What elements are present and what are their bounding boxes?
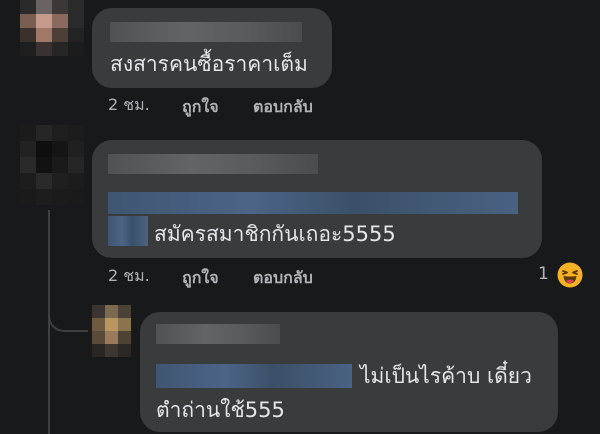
like-button[interactable]: ถูกใจ (182, 99, 219, 115)
mention-link-redacted[interactable] (108, 192, 518, 214)
avatar[interactable] (92, 305, 131, 357)
mention-link-redacted[interactable] (108, 216, 148, 246)
comment-time[interactable]: 2 ชม. (108, 268, 150, 284)
comment-bubble: ไม่เป็นไรค้าบ เดี๋ยว ตำถ่านใช้555 (140, 312, 558, 432)
author-name-redacted[interactable] (108, 154, 318, 174)
author-name-redacted[interactable] (110, 22, 302, 42)
reply-button[interactable]: ตอบกลับ (253, 99, 313, 115)
comment-text-line-1: ไม่เป็นไรค้าบ เดี๋ยว (360, 364, 532, 388)
comment-bubble: สงสารคนซื้อราคาเต็ม (92, 8, 332, 88)
avatar[interactable] (20, 0, 84, 56)
reaction-count[interactable]: 1 (538, 266, 549, 283)
comment-time[interactable]: 2 ชม. (108, 97, 150, 113)
comment-bubble: สมัครสมาชิกกันเถอะ5555 (92, 140, 542, 258)
like-button[interactable]: ถูกใจ (182, 270, 219, 286)
reply-button[interactable]: ตอบกลับ (253, 270, 313, 286)
thread-reply-connector (48, 290, 88, 332)
comment-text-line-2: ตำถ่านใช้555 (156, 398, 285, 422)
comment-text: สงสารคนซื้อราคาเต็ม (110, 52, 308, 76)
avatar[interactable] (20, 125, 84, 205)
comment-text: สมัครสมาชิกกันเถอะ5555 (154, 222, 396, 246)
mention-link-redacted[interactable] (156, 364, 352, 388)
author-name-redacted[interactable] (156, 324, 280, 344)
haha-emoji-icon[interactable] (557, 262, 583, 288)
